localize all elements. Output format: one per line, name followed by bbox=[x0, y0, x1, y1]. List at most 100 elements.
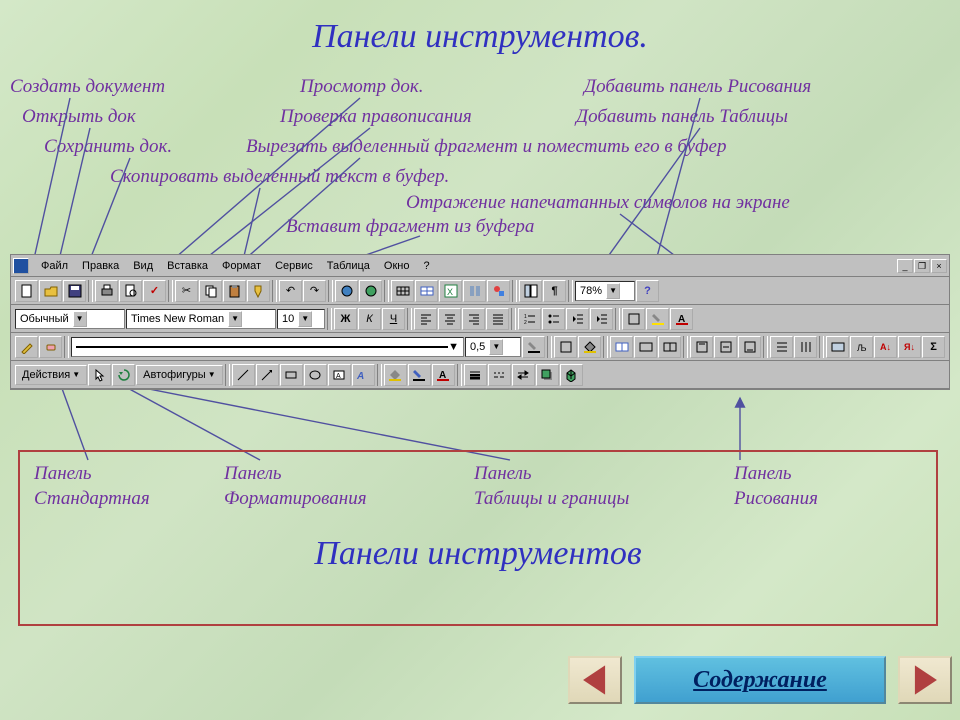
sort-desc-button[interactable]: Я↓ bbox=[898, 336, 921, 358]
spellcheck-button[interactable]: ✓ bbox=[143, 280, 166, 302]
text-direction-button[interactable]: Љ bbox=[850, 336, 873, 358]
new-button[interactable] bbox=[15, 280, 38, 302]
preview-button[interactable] bbox=[119, 280, 142, 302]
svg-text:X: X bbox=[447, 287, 453, 297]
align-top-button[interactable] bbox=[690, 336, 713, 358]
font-color-button[interactable]: A bbox=[670, 308, 693, 330]
arrow-tool[interactable] bbox=[256, 364, 279, 386]
drawing-toolbar-button[interactable] bbox=[487, 280, 510, 302]
outdent-button[interactable] bbox=[566, 308, 589, 330]
open-button[interactable] bbox=[39, 280, 62, 302]
3d-tool[interactable] bbox=[560, 364, 583, 386]
close-button[interactable]: × bbox=[931, 259, 947, 273]
draw-table-button[interactable] bbox=[15, 336, 38, 358]
cut-button[interactable]: ✂ bbox=[175, 280, 198, 302]
distribute-rows-button[interactable] bbox=[770, 336, 793, 358]
align-left-button[interactable] bbox=[414, 308, 437, 330]
zoom-combo[interactable]: 78% ▼ bbox=[575, 281, 635, 301]
menu-edit[interactable]: Правка bbox=[76, 258, 125, 274]
align-justify-button[interactable] bbox=[486, 308, 509, 330]
font-color-tool[interactable]: A bbox=[432, 364, 455, 386]
align-bottom-button[interactable] bbox=[738, 336, 761, 358]
border-color-button[interactable] bbox=[522, 336, 545, 358]
columns-button[interactable] bbox=[463, 280, 486, 302]
ann-addtable: Добавить панель Таблицы bbox=[576, 106, 788, 128]
eraser-button[interactable] bbox=[39, 336, 62, 358]
toolbar-standard: ✓ ✂ ↶ ↷ X ¶ 78% ▼ ? bbox=[11, 277, 949, 305]
next-button[interactable] bbox=[898, 656, 952, 704]
tables-borders-button[interactable] bbox=[391, 280, 414, 302]
show-marks-button[interactable]: ¶ bbox=[543, 280, 566, 302]
align-middle-button[interactable] bbox=[714, 336, 737, 358]
arrow-style-tool[interactable] bbox=[512, 364, 535, 386]
split-cells-button[interactable] bbox=[658, 336, 681, 358]
sort-asc-button[interactable]: А↓ bbox=[874, 336, 897, 358]
undo-button[interactable]: ↶ bbox=[279, 280, 302, 302]
toolbar-tables: ▼ 0,5 ▼ Љ А↓ Я↓ Σ bbox=[11, 333, 949, 361]
redo-button[interactable]: ↷ bbox=[303, 280, 326, 302]
help-button[interactable]: ? bbox=[636, 280, 659, 302]
menu-table[interactable]: Таблица bbox=[321, 258, 376, 274]
merge-cells-button[interactable] bbox=[634, 336, 657, 358]
minimize-button[interactable]: _ bbox=[897, 259, 913, 273]
format-painter-button[interactable] bbox=[247, 280, 270, 302]
docmap-button[interactable] bbox=[519, 280, 542, 302]
bold-button[interactable]: Ж bbox=[334, 308, 357, 330]
wordart-tool[interactable]: A bbox=[352, 364, 375, 386]
hyperlink-button[interactable] bbox=[335, 280, 358, 302]
fill-color-tool[interactable] bbox=[384, 364, 407, 386]
excel-button[interactable]: X bbox=[439, 280, 462, 302]
print-button[interactable] bbox=[95, 280, 118, 302]
textbox-tool[interactable]: A bbox=[328, 364, 351, 386]
outside-border-button[interactable] bbox=[554, 336, 577, 358]
menubar: Файл Правка Вид Вставка Формат Сервис Та… bbox=[11, 255, 949, 277]
save-button[interactable] bbox=[63, 280, 86, 302]
font-combo[interactable]: Times New Roman ▼ bbox=[126, 309, 276, 329]
line-color-tool[interactable] bbox=[408, 364, 431, 386]
web-toolbar-button[interactable] bbox=[359, 280, 382, 302]
line-style-combo[interactable]: ▼ bbox=[71, 337, 464, 357]
dash-style-tool[interactable] bbox=[488, 364, 511, 386]
autoshapes-menu[interactable]: Автофигуры ▼ bbox=[136, 365, 223, 385]
rotate-button[interactable] bbox=[112, 364, 135, 386]
line-tool[interactable] bbox=[232, 364, 255, 386]
menu-view[interactable]: Вид bbox=[127, 258, 159, 274]
indent-button[interactable] bbox=[590, 308, 613, 330]
rectangle-tool[interactable] bbox=[280, 364, 303, 386]
contents-button[interactable]: Содержание bbox=[634, 656, 886, 704]
prev-button[interactable] bbox=[568, 656, 622, 704]
size-combo[interactable]: 10 ▼ bbox=[277, 309, 325, 329]
copy-button[interactable] bbox=[199, 280, 222, 302]
bullet-list-button[interactable] bbox=[542, 308, 565, 330]
insert-table-button[interactable] bbox=[415, 280, 438, 302]
highlight-button[interactable] bbox=[646, 308, 669, 330]
select-arrow-button[interactable] bbox=[88, 364, 111, 386]
toolbar-drawing: Действия ▼ Автофигуры ▼ A A A bbox=[11, 361, 949, 389]
italic-button[interactable]: К bbox=[358, 308, 381, 330]
align-right-button[interactable] bbox=[462, 308, 485, 330]
font-value: Times New Roman bbox=[131, 313, 224, 325]
actions-menu[interactable]: Действия ▼ bbox=[15, 365, 87, 385]
oval-tool[interactable] bbox=[304, 364, 327, 386]
menu-format[interactable]: Формат bbox=[216, 258, 267, 274]
numbered-list-button[interactable]: 12 bbox=[518, 308, 541, 330]
align-center-button[interactable] bbox=[438, 308, 461, 330]
fill-color-button[interactable] bbox=[578, 336, 601, 358]
restore-button[interactable]: ❐ bbox=[914, 259, 930, 273]
distribute-cols-button[interactable] bbox=[794, 336, 817, 358]
paste-button[interactable] bbox=[223, 280, 246, 302]
autosum-button[interactable]: Σ bbox=[922, 336, 945, 358]
shadow-tool[interactable] bbox=[536, 364, 559, 386]
autoformat-table-button[interactable] bbox=[826, 336, 849, 358]
line-width-combo[interactable]: 0,5 ▼ bbox=[465, 337, 521, 357]
underline-button[interactable]: Ч bbox=[382, 308, 405, 330]
menu-help[interactable]: ? bbox=[417, 258, 435, 274]
menu-tools[interactable]: Сервис bbox=[269, 258, 319, 274]
line-style-tool[interactable] bbox=[464, 364, 487, 386]
insert-table-button-2[interactable] bbox=[610, 336, 633, 358]
borders-button[interactable] bbox=[622, 308, 645, 330]
menu-insert[interactable]: Вставка bbox=[161, 258, 214, 274]
menu-file[interactable]: Файл bbox=[35, 258, 74, 274]
style-combo[interactable]: Обычный ▼ bbox=[15, 309, 125, 329]
menu-window[interactable]: Окно bbox=[378, 258, 416, 274]
